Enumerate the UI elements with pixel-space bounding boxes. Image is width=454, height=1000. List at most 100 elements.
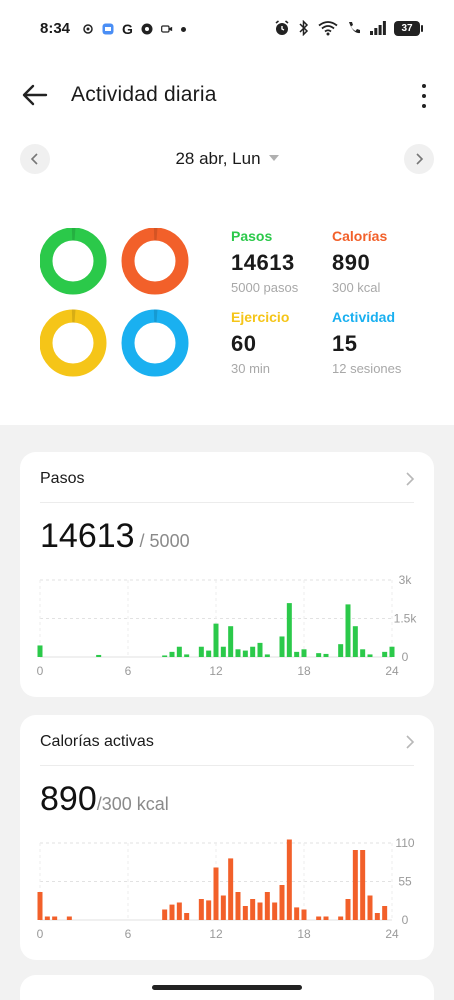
steps-bar[interactable] — [228, 626, 234, 657]
activity-label: Actividad — [332, 309, 396, 325]
steps-bar[interactable] — [338, 644, 344, 657]
steps-bar[interactable] — [294, 651, 300, 657]
steps-bar[interactable] — [250, 646, 256, 657]
steps-bar[interactable] — [169, 651, 175, 657]
steps-bar[interactable] — [176, 646, 182, 657]
calories-bar[interactable] — [184, 913, 190, 920]
date-selector[interactable]: 28 abr, Lun — [0, 149, 454, 169]
calories-y-tick-label: 0 — [402, 913, 409, 927]
steps-bar[interactable] — [184, 654, 190, 657]
steps-bar[interactable] — [360, 649, 366, 657]
calories-bar[interactable] — [301, 909, 307, 921]
steps-card[interactable]: Pasos 14613 / 5000 0 6 12 18 24 3k 1.5k 0 — [20, 452, 434, 697]
calories-bar[interactable] — [257, 902, 263, 921]
steps-bar[interactable] — [316, 653, 322, 657]
steps-total-goal: / 5000 — [134, 531, 190, 551]
home-indicator[interactable] — [152, 985, 302, 990]
calories-bar[interactable] — [235, 892, 241, 920]
calories-bar[interactable] — [37, 892, 43, 920]
calories-bar[interactable] — [242, 906, 248, 920]
calories-bar[interactable] — [213, 867, 219, 921]
wifi-icon — [318, 21, 338, 36]
calories-bar[interactable] — [360, 850, 366, 920]
steps-bar[interactable] — [345, 604, 351, 657]
chevron-right-icon — [416, 153, 424, 165]
calories-bar[interactable] — [294, 907, 300, 920]
steps-bar[interactable] — [367, 654, 373, 657]
calories-bar[interactable] — [169, 904, 175, 920]
date-label: 28 abr, Lun — [175, 149, 261, 168]
date-navigation: 28 abr, Lun — [0, 142, 454, 178]
calories-bar[interactable] — [44, 916, 50, 921]
calories-bar[interactable] — [382, 906, 388, 920]
calories-bar[interactable] — [323, 916, 329, 921]
calories-bar[interactable] — [338, 916, 344, 921]
calories-bar[interactable] — [52, 916, 58, 921]
status-bar: 8:34 G 37 — [0, 0, 454, 60]
steps-bar[interactable] — [264, 654, 270, 657]
calories-x-tick-label: 24 — [385, 927, 399, 941]
steps-bar[interactable] — [323, 653, 329, 657]
calories-card[interactable]: Calorías activas 890/300 kcal 0 6 12 18 24 11… — [20, 715, 434, 960]
steps-bar[interactable] — [286, 603, 292, 657]
steps-bar[interactable] — [235, 649, 241, 657]
steps-bar[interactable] — [352, 626, 358, 657]
steps-y-tick-label: 1.5k — [394, 612, 418, 626]
chevron-right-icon[interactable] — [404, 733, 416, 751]
exercise-ring — [40, 309, 107, 377]
calories-hourly-chart[interactable]: 0 6 12 18 24 110 55 0 — [20, 835, 434, 945]
calories-bar[interactable] — [198, 899, 204, 920]
next-day-button[interactable] — [404, 144, 434, 174]
calories-bar[interactable] — [345, 899, 351, 920]
steps-bar[interactable] — [162, 655, 168, 657]
steps-bar[interactable] — [206, 650, 212, 657]
steps-hourly-chart[interactable]: 0 6 12 18 24 3k 1.5k 0 — [20, 572, 434, 682]
back-arrow-icon[interactable] — [20, 82, 50, 108]
chevron-right-icon[interactable] — [404, 470, 416, 488]
battery-indicator: 37 — [394, 20, 423, 36]
calories-bar[interactable] — [206, 900, 212, 920]
steps-bar[interactable] — [389, 646, 395, 657]
calories-bar[interactable] — [250, 899, 256, 920]
calories-value: 890 — [332, 250, 371, 275]
location-target-icon — [83, 24, 93, 34]
calories-bar[interactable] — [272, 902, 278, 921]
calories-bar[interactable] — [367, 895, 373, 921]
activity-rings[interactable] — [40, 228, 190, 378]
steps-bar[interactable] — [213, 623, 219, 657]
steps-y-tick-label: 0 — [402, 650, 409, 664]
signal-icon — [370, 21, 386, 35]
activity-value: 15 — [332, 331, 358, 356]
steps-bar[interactable] — [301, 649, 307, 657]
calories-x-tick-label: 18 — [297, 927, 311, 941]
steps-bar[interactable] — [257, 642, 263, 657]
activity-ring — [121, 309, 189, 377]
calories-bar[interactable] — [176, 902, 182, 921]
divider — [40, 765, 414, 766]
calories-bar[interactable] — [279, 885, 285, 920]
steps-bar[interactable] — [382, 651, 388, 657]
more-options-icon[interactable] — [418, 82, 430, 110]
calories-bar[interactable] — [374, 913, 380, 920]
steps-bar[interactable] — [279, 636, 285, 657]
calories-bar[interactable] — [228, 858, 234, 920]
steps-bar[interactable] — [242, 650, 248, 657]
steps-total-value: 14613 — [40, 517, 135, 555]
calories-y-tick-label: 55 — [398, 875, 412, 889]
activity-stat: Actividad 15 12 sesiones — [332, 309, 432, 376]
calories-bar[interactable] — [316, 916, 322, 921]
steps-bar[interactable] — [198, 646, 204, 657]
calories-bar[interactable] — [264, 892, 270, 920]
system-icons: 37 — [274, 20, 423, 36]
steps-x-tick-label: 6 — [125, 664, 132, 678]
calories-bar[interactable] — [352, 850, 358, 920]
calories-bar[interactable] — [162, 909, 168, 921]
steps-bar[interactable] — [96, 654, 102, 657]
calories-total-value: 890 — [40, 780, 97, 818]
calories-bar[interactable] — [220, 895, 226, 921]
activity-goal: 12 sesiones — [332, 361, 402, 376]
calories-bar[interactable] — [286, 839, 292, 921]
steps-bar[interactable] — [220, 646, 226, 657]
calories-bar[interactable] — [66, 916, 72, 921]
steps-bar[interactable] — [37, 645, 43, 657]
